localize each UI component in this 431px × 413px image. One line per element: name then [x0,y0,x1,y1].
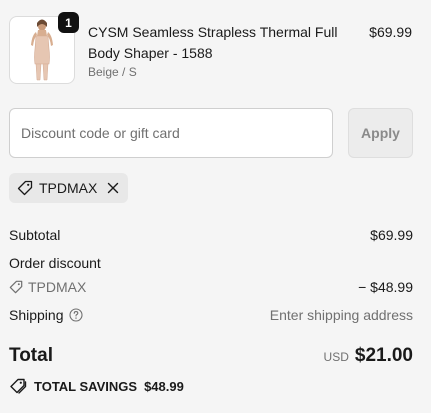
total-savings: TOTAL SAVINGS $48.99 [9,378,184,394]
shipping-row: Shipping Enter shipping address [9,307,413,323]
order-discount-row: Order discount [9,255,413,271]
tags-icon [10,378,27,394]
subtotal-value: $69.99 [370,227,413,243]
currency-code: USD [323,350,349,364]
applied-discount-chip: TPDMAX [9,173,129,203]
close-icon [108,182,119,194]
applied-code-label: TPDMAX [39,180,98,196]
savings-value: $48.99 [144,378,184,394]
savings-label: TOTAL SAVINGS [34,378,138,394]
total-row: Total USD $21.00 [9,345,413,367]
subtotal-label: Subtotal [9,227,61,243]
discount-code-line: TPDMAX [9,279,86,295]
tag-icon [17,180,33,196]
discount-code-row: TPDMAX − $48.99 [9,279,413,295]
discount-code-input[interactable] [9,108,333,158]
discount-amount: − $48.99 [358,279,413,295]
product-title: CYSM Seamless Strapless Thermal Full Bod… [88,24,338,61]
total-amount: $21.00 [354,345,413,366]
remove-discount-button[interactable] [107,182,119,194]
discount-code-name: TPDMAX [28,279,87,295]
shipping-label-group: Shipping [9,307,83,323]
product-variant: Beige / S [88,65,137,79]
total-label: Total [9,345,53,366]
order-discount-label: Order discount [9,255,101,271]
apply-button[interactable]: Apply [348,108,413,158]
shipping-label: Shipping [9,307,64,323]
total-value-group: USD $21.00 [324,345,413,367]
tag-icon [9,280,23,294]
help-icon[interactable] [68,308,83,322]
subtotal-row: Subtotal $69.99 [9,227,413,243]
product-price: $69.99 [369,24,412,40]
quantity-badge: 1 [58,12,79,33]
shipping-value: Enter shipping address [269,307,413,323]
